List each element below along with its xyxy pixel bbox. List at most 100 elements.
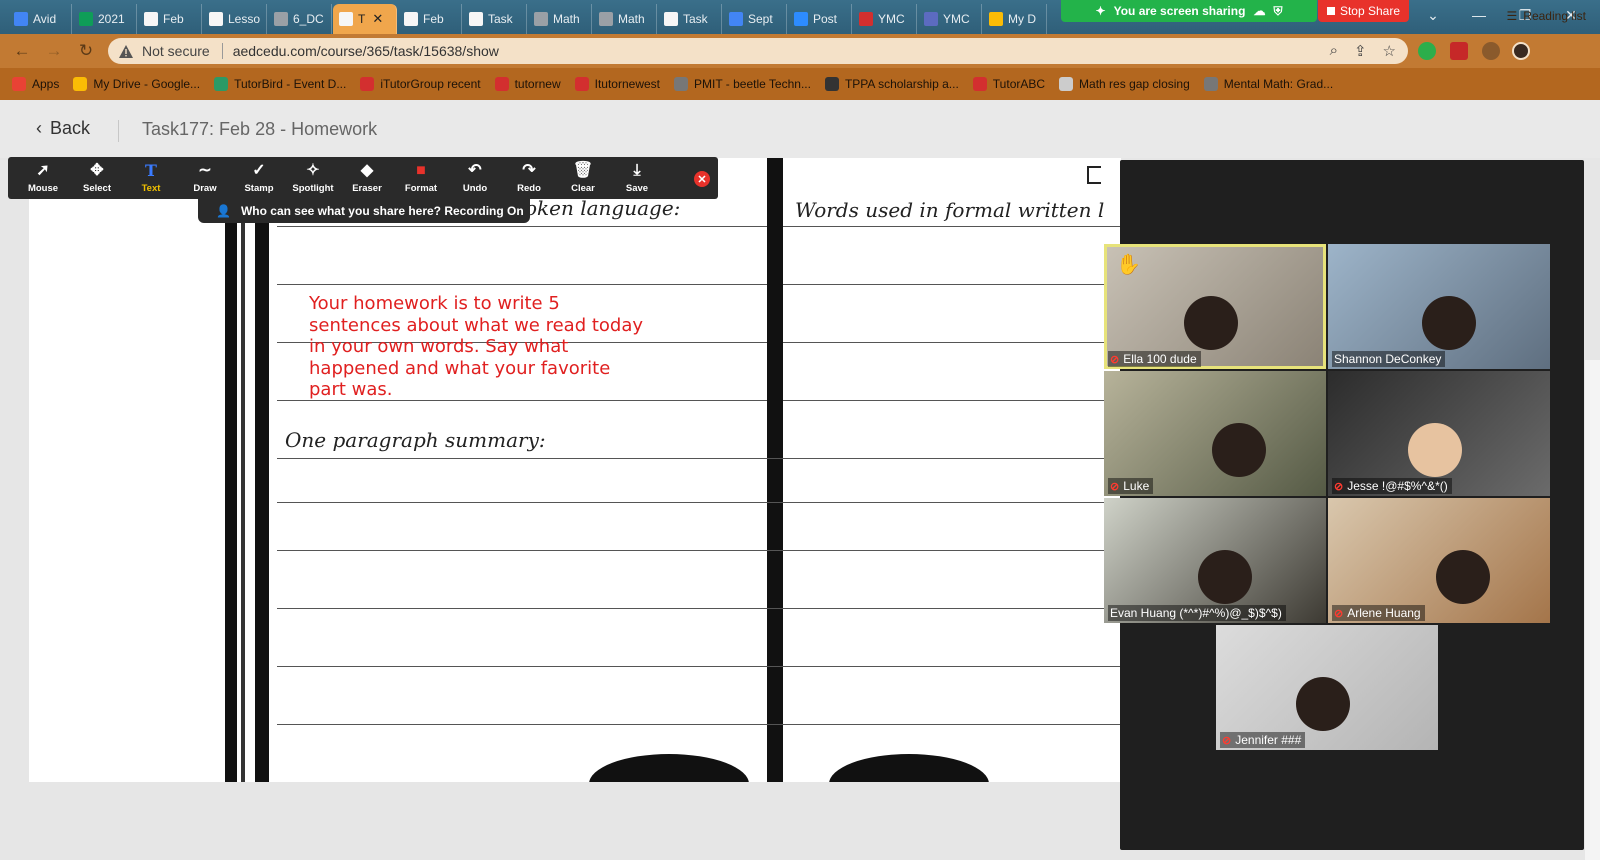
annotate-tool-eraser[interactable]: ◆ Eraser [340, 158, 394, 198]
bookmark-item[interactable]: My Drive - Google... [73, 77, 200, 91]
participant-video-tile[interactable]: ⊘ Jennifer ### [1216, 625, 1438, 750]
bookmarks-bar: Apps My Drive - Google... TutorBird - Even… [0, 68, 1600, 100]
annotate-tool-stamp[interactable]: ✓ Stamp [232, 158, 286, 198]
forward-arrow-icon[interactable]: → [44, 41, 64, 61]
participant-video-tile[interactable]: ⊘ Arlene Huang [1328, 498, 1550, 623]
ruled-line [277, 666, 1121, 667]
participant-silhouette [1184, 296, 1238, 350]
bookmark-star-icon[interactable]: ☆ [1383, 42, 1396, 60]
participant-video-tile[interactable]: ⊘ Luke [1104, 371, 1326, 496]
browser-tab[interactable]: YMC [918, 4, 982, 34]
annotate-tool-save[interactable]: ⤓ Save [610, 158, 664, 198]
screen-sharing-banner[interactable]: ✦ You are screen sharing ☁ ⛨ [1061, 0, 1317, 22]
trash-icon: 🗑 [572, 162, 594, 179]
redo-icon: ↷ [522, 162, 536, 179]
minimize-window-button[interactable]: — [1456, 0, 1502, 30]
reading-list[interactable]: ☰ Reading list [1507, 9, 1586, 23]
participant-video-tile[interactable]: ✋ ⊘ Ella 100 dude [1104, 244, 1326, 369]
reading-list-label: Reading list [1523, 9, 1586, 23]
browser-tab[interactable]: Post [788, 4, 852, 34]
tab-favicon-icon [989, 12, 1003, 26]
browser-tab[interactable]: Feb [138, 4, 202, 34]
participant-video-tile[interactable]: Evan Huang (*^*)#^%)@_$)$^$) [1104, 498, 1326, 623]
zoom-magnifier-icon[interactable]: ⌕ [1330, 42, 1338, 60]
tab-label: YMC [943, 12, 970, 26]
browser-tab[interactable]: Feb [398, 4, 462, 34]
bookmark-item[interactable]: TutorABC [972, 77, 1045, 91]
annotate-tool-spotlight[interactable]: ✧ Spotlight [286, 158, 340, 198]
profile-avatar[interactable] [1512, 42, 1530, 60]
tab-label: My D [1008, 12, 1036, 26]
bookmark-item[interactable]: TutorBird - Event D... [214, 77, 346, 91]
bookmark-label: TPPA scholarship a... [844, 77, 959, 91]
browser-tab[interactable]: My D [983, 4, 1047, 34]
reload-icon[interactable]: ↻ [76, 41, 96, 61]
browser-tab[interactable]: Avid [8, 4, 72, 34]
stop-share-button[interactable]: Stop Share [1318, 0, 1409, 22]
recording-notice[interactable]: 👤 Who can see what you share here? Recor… [198, 199, 530, 223]
right-column-heading: Words used in formal written l [795, 198, 1105, 222]
muted-mic-icon: ⊘ [1334, 480, 1344, 493]
bookmark-item[interactable]: iTutorGroup recent [360, 77, 481, 91]
url-text[interactable]: aedcedu.com/course/365/task/15638/show [233, 43, 499, 59]
back-link[interactable]: ‹ Back [36, 118, 90, 139]
bookmark-label: Mental Math: Grad... [1223, 77, 1334, 91]
url-bar[interactable]: Not secure aedcedu.com/course/365/task/1… [108, 38, 1408, 64]
annotate-tool-label: Mouse [27, 182, 59, 194]
browser-tab[interactable]: Task [463, 4, 527, 34]
annotate-tool-label: Format [404, 182, 438, 194]
chevron-left-icon: ‹ [36, 118, 42, 138]
bookmark-item[interactable]: tutornew [494, 77, 561, 91]
bookmark-item[interactable]: Math res gap closing [1059, 77, 1190, 91]
close-annotation-button[interactable]: ✕ [694, 171, 710, 187]
bookmark-item[interactable]: Apps [12, 77, 59, 91]
tab-favicon-icon [859, 12, 873, 26]
bookmark-favicon-icon [972, 77, 987, 91]
muted-mic-icon: ⊘ [1110, 480, 1120, 493]
annotate-tool-format[interactable]: ■ Format [394, 158, 448, 198]
share-page-icon[interactable]: ⇪ [1354, 42, 1367, 60]
extensions-puzzle-icon[interactable] [1482, 42, 1500, 60]
browser-tab[interactable]: Math [593, 4, 657, 34]
browser-tab[interactable]: YMC [853, 4, 917, 34]
bookmark-label: Apps [32, 77, 60, 91]
annotate-tool-mouse[interactable]: ➚ Mouse [16, 158, 70, 198]
bookmark-item[interactable]: Itutornewest [574, 77, 660, 91]
annotate-tool-redo[interactable]: ↷ Redo [502, 158, 556, 198]
bookmark-item[interactable]: Mental Math: Grad... [1203, 77, 1334, 91]
tab-search-chevron-icon[interactable]: ⌄ [1410, 0, 1456, 30]
browser-tab[interactable]: Math [528, 4, 592, 34]
browser-tab[interactable]: Lesso [203, 4, 267, 34]
participant-name-tag: ⊘ Jennifer ### [1220, 732, 1306, 748]
browser-tab[interactable]: 2021 [73, 4, 137, 34]
annotate-tool-label: Redo [517, 182, 541, 194]
annotate-tool-draw[interactable]: ∼ Draw [178, 158, 232, 198]
shared-worksheet[interactable]: oken language: Words used in formal writ… [29, 158, 1121, 782]
participant-silhouette [1212, 423, 1266, 477]
tab-favicon-icon [209, 12, 223, 26]
center-divider [767, 158, 783, 782]
participant-video-tile[interactable]: ⊘ Jesse !@#$%^&*() [1328, 371, 1550, 496]
browser-tab[interactable]: 6_DC [268, 4, 332, 34]
extension-green-icon[interactable] [1418, 42, 1436, 60]
bookmark-favicon-icon [574, 77, 589, 91]
homework-annotation-text[interactable]: Your homework is to write 5 sentences ab… [309, 293, 649, 401]
eraser-icon: ◆ [360, 162, 374, 179]
bookmark-favicon-icon [674, 77, 688, 91]
annotate-tool-select[interactable]: ✥ Select [70, 158, 124, 198]
annotate-tool-text[interactable]: T Text [124, 158, 178, 198]
annotate-tool-clear[interactable]: 🗑 Clear [556, 158, 610, 198]
back-arrow-icon[interactable]: ← [12, 41, 32, 61]
bookmark-item[interactable]: TPPA scholarship a... [824, 77, 959, 91]
browser-tab[interactable]: Task [658, 4, 722, 34]
tab-favicon-icon [794, 12, 808, 26]
annotate-tool-undo[interactable]: ↶ Undo [448, 158, 502, 198]
warning-triangle-icon[interactable] [118, 43, 134, 59]
tab-close-icon[interactable]: ✕ [372, 11, 383, 27]
bookmark-item[interactable]: PMIT - beetle Techn... [674, 77, 811, 91]
browser-tab[interactable]: T ✕ [333, 4, 397, 34]
browser-tab[interactable]: Sept [723, 4, 787, 34]
extension-ublock-icon[interactable] [1450, 42, 1468, 60]
annotate-tool-label: Select [83, 182, 111, 194]
participant-video-tile[interactable]: Shannon DeConkey [1328, 244, 1550, 369]
